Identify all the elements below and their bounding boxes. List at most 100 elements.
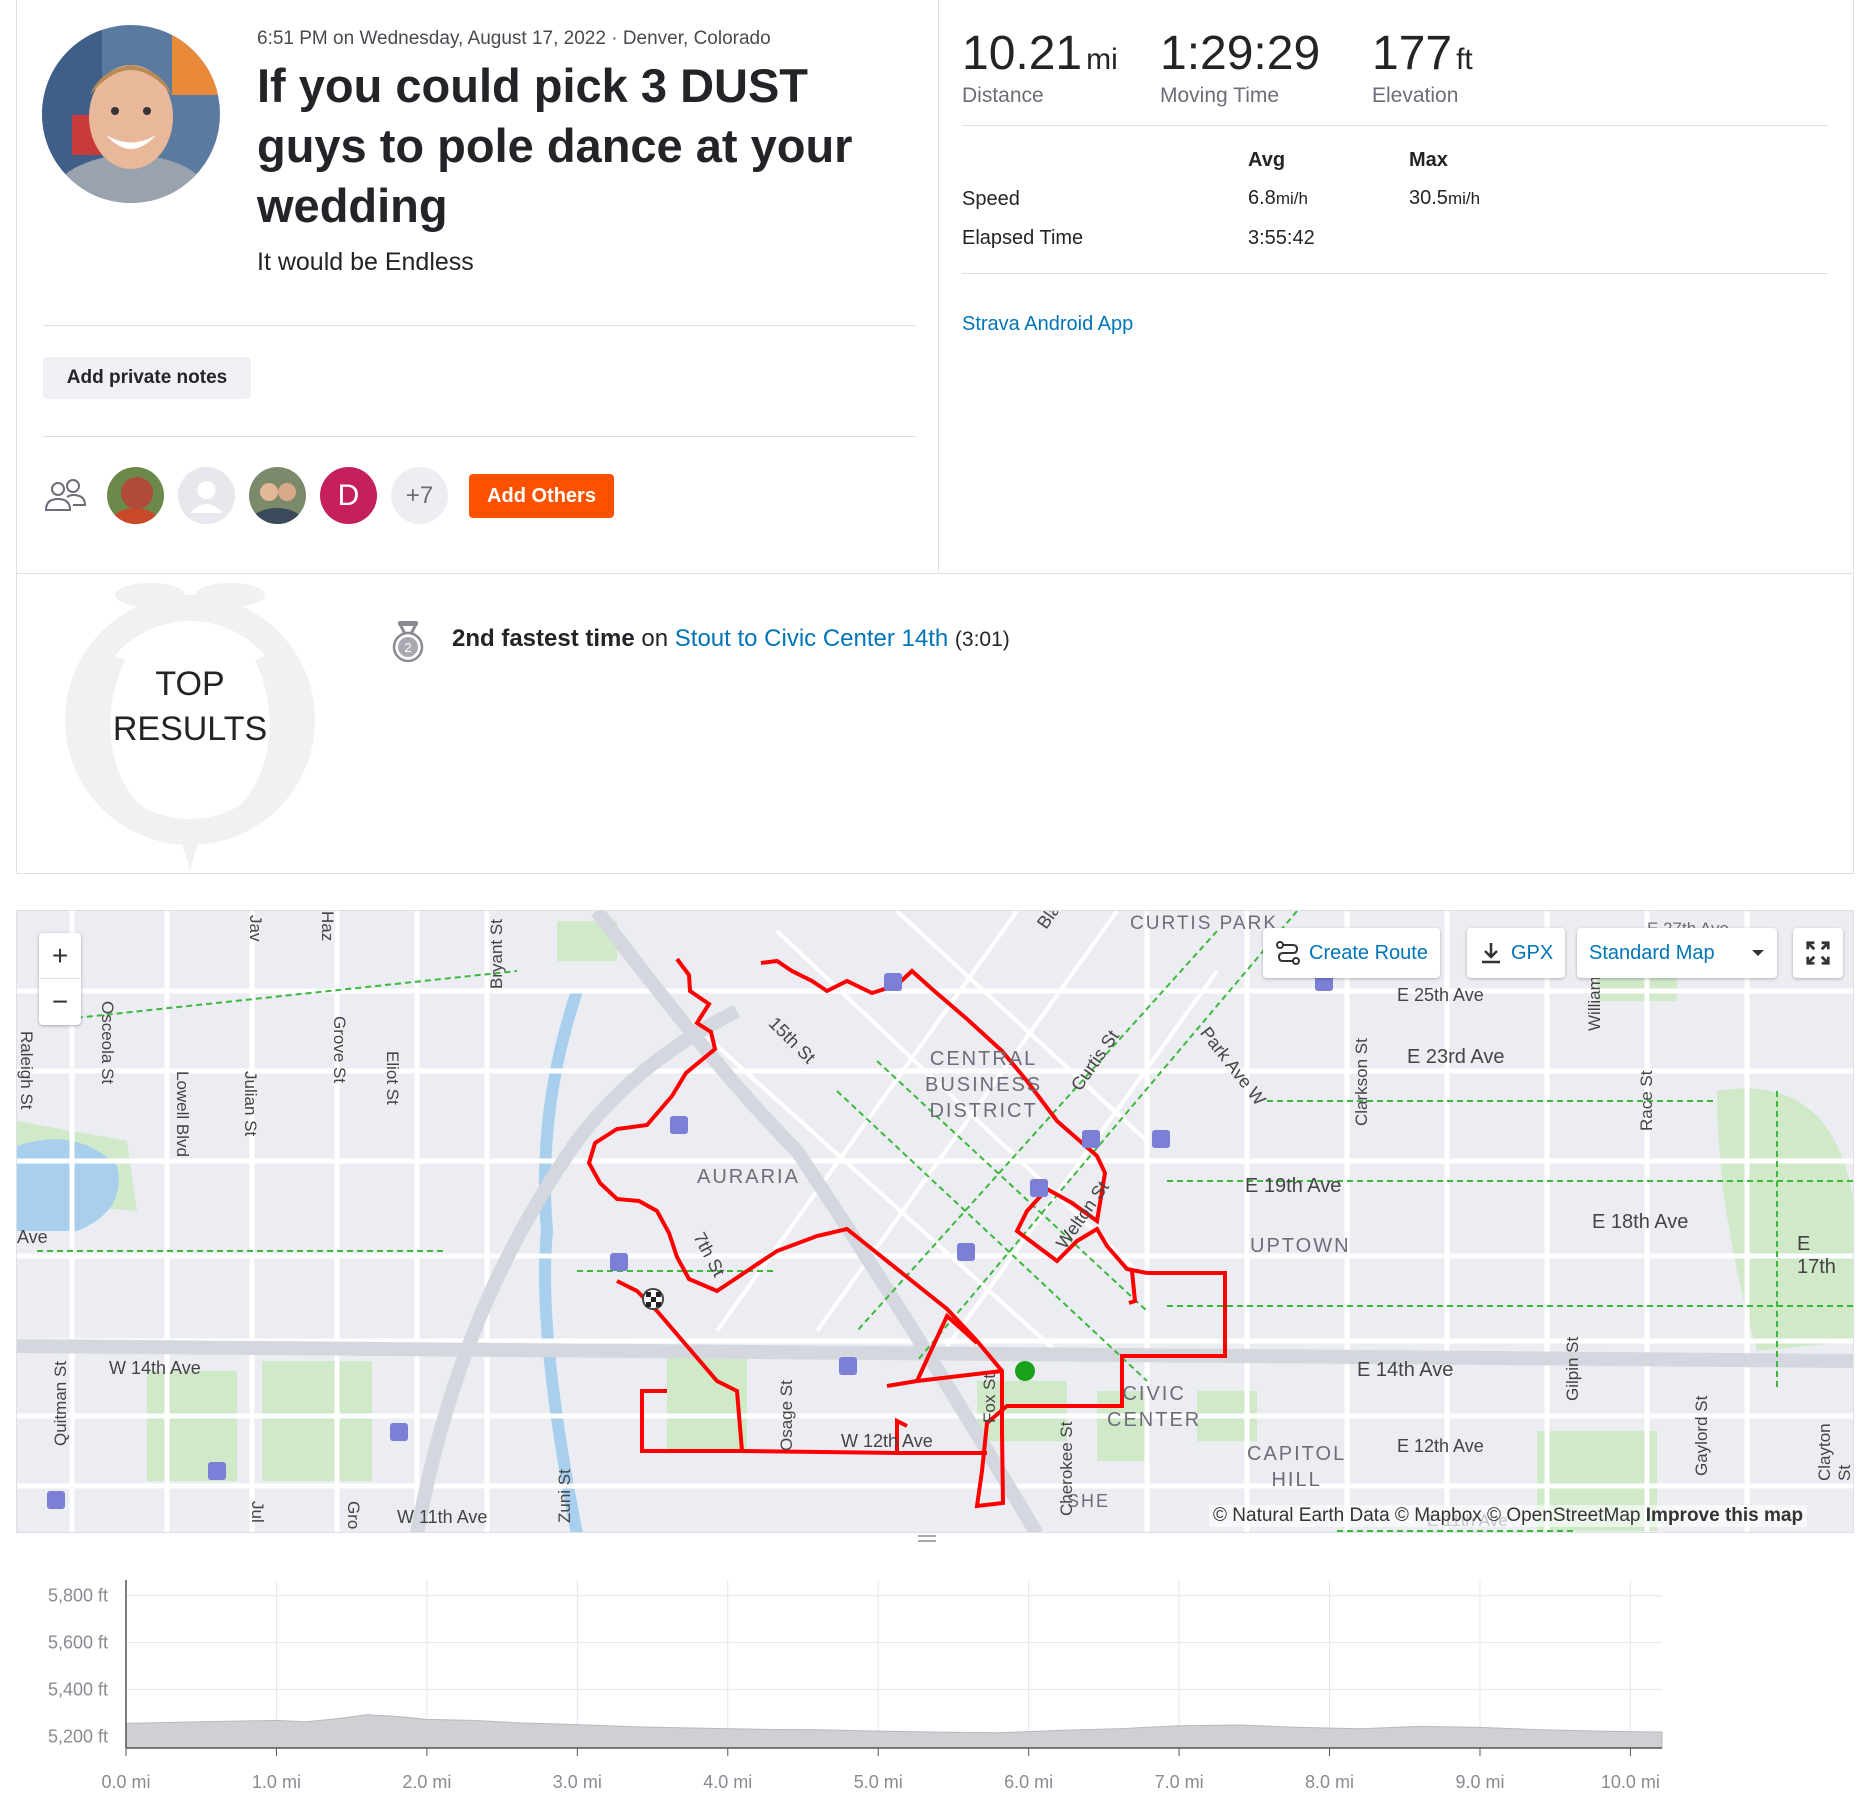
- x-tick-label: 3.0 mi: [553, 1772, 602, 1792]
- map-attribution: © Natural Earth Data © Mapbox © OpenStre…: [1209, 1505, 1808, 1527]
- map-label: Julian St: [241, 1071, 260, 1137]
- map-label-civic: CIVIC CENTER: [1107, 1381, 1201, 1433]
- y-tick-label: 5,800 ft: [48, 1586, 108, 1606]
- resize-handle[interactable]: [916, 1532, 938, 1544]
- attribution-text[interactable]: © Natural Earth Data © Mapbox © OpenStre…: [1213, 1505, 1640, 1526]
- map-label: Quitman St: [51, 1360, 70, 1446]
- map-label: E 23rd Ave: [1407, 1046, 1505, 1068]
- y-tick-label: 5,600 ft: [48, 1633, 108, 1653]
- x-tick-label: 2.0 mi: [402, 1772, 451, 1792]
- elevation-chart-svg[interactable]: 5,800 ft 5,600 ft 5,400 ft 5,200 ft 0.0 mi 1.…: [16, 1548, 1854, 1807]
- map-label-cbd: CENTRAL BUSINESS DISTRICT: [925, 1046, 1042, 1124]
- add-private-notes-button[interactable]: Add private notes: [43, 357, 251, 399]
- medal-rank: 2: [404, 640, 411, 655]
- gpx-button[interactable]: GPX: [1467, 928, 1566, 978]
- activity-title: If you could pick 3 DUST guys to pole da…: [257, 59, 853, 232]
- zoom-in-button[interactable]: +: [39, 933, 81, 979]
- map-label: Gro: [344, 1501, 363, 1530]
- y-tick-label: 5,400 ft: [48, 1679, 108, 1699]
- map-label: Haz: [318, 911, 337, 942]
- elevation-area: [125, 1714, 1663, 1749]
- more-participants[interactable]: +7: [391, 467, 448, 524]
- map-label: Gaylord St: [1692, 1395, 1711, 1476]
- map-label: HILL: [1271, 1469, 1322, 1491]
- map-label-capitol: CAPITOL HILL: [1247, 1441, 1346, 1493]
- x-tick-label: 5.0 mi: [854, 1772, 903, 1792]
- elevation-chart[interactable]: 5,800 ft 5,600 ft 5,400 ft 5,200 ft 0.0 mi 1.…: [16, 1548, 1854, 1807]
- map-label: Gilpin St: [1563, 1336, 1582, 1401]
- participant-avatar-placeholder[interactable]: [178, 467, 235, 524]
- map-label: E 14th Ave: [1357, 1359, 1454, 1381]
- elapsed-time-avg: 3:55:42: [1248, 227, 1315, 249]
- map-label: Jav: [246, 915, 265, 942]
- create-route-label: Create Route: [1309, 941, 1428, 964]
- x-tick-label: 7.0 mi: [1155, 1772, 1204, 1792]
- medal-icon: 2: [391, 620, 425, 669]
- speed-max: 30.5mi/h: [1409, 187, 1481, 209]
- x-tick-label: 1.0 mi: [252, 1772, 301, 1792]
- elevation-value: 177 ft: [1372, 27, 1473, 80]
- segment-time: (3:01): [954, 628, 1010, 651]
- gpx-label: GPX: [1511, 941, 1554, 964]
- map-style-label: Standard Map: [1589, 941, 1715, 964]
- distance-label: Distance: [962, 84, 1044, 107]
- group-icon: [43, 477, 87, 518]
- x-tick-label: 0.0 mi: [101, 1772, 150, 1792]
- achievement-line: 2nd fastest time on Stout to Civic Cente…: [452, 625, 1010, 653]
- divider: [962, 273, 1828, 274]
- map-label: Eliot St: [383, 1051, 402, 1105]
- map-label: BUSINESS: [925, 1074, 1043, 1096]
- map-style-select[interactable]: Standard Map: [1577, 928, 1777, 978]
- divider: [43, 325, 915, 326]
- activity-meta: 6:51 PM on Wednesday, August 17, 2022 · …: [257, 28, 771, 49]
- map-label: CENTRAL: [929, 1048, 1038, 1070]
- x-tick-label: 8.0 mi: [1305, 1772, 1354, 1792]
- card-divider: [938, 0, 939, 574]
- fullscreen-icon: [1806, 941, 1830, 965]
- map-label: AURARIA: [697, 1166, 800, 1188]
- device-link[interactable]: Strava Android App: [962, 313, 1133, 336]
- participant-avatar-initial[interactable]: D: [320, 467, 377, 524]
- divider: [43, 436, 915, 437]
- elevation-label: Elevation: [1372, 84, 1459, 107]
- top-results-heading-line1: TOP: [155, 665, 225, 703]
- participant-avatar[interactable]: [107, 467, 164, 524]
- map-label: DISTRICT: [929, 1100, 1038, 1122]
- route-map[interactable]: CURTIS PARK E 27th Ave CENTRAL BUSINESS …: [16, 910, 1854, 1533]
- map-label: E 17th: [1797, 1233, 1836, 1278]
- map-label: Race St: [1637, 1070, 1656, 1131]
- moving-time-label: Moving Time: [1160, 84, 1280, 107]
- achievement-on: on: [641, 625, 669, 652]
- add-others-button[interactable]: Add Others: [469, 474, 614, 518]
- map-canvas[interactable]: [17, 911, 1854, 1533]
- zoom-controls: + −: [39, 933, 81, 1025]
- map-label: Bryant St: [487, 919, 506, 989]
- map-label: CENTER: [1107, 1409, 1202, 1431]
- col-max-header: Max: [1409, 149, 1448, 171]
- map-label: Raleigh St: [17, 1031, 36, 1110]
- speed-label: Speed: [962, 188, 1020, 210]
- athlete-avatar[interactable]: [42, 25, 220, 203]
- x-tick-label: 10.0 mi: [1601, 1772, 1660, 1792]
- chevron-down-icon: [1752, 950, 1764, 956]
- create-route-button[interactable]: Create Route: [1263, 928, 1440, 978]
- achievement-text: 2nd fastest time: [452, 625, 635, 652]
- map-label: Cherokee St: [1057, 1421, 1076, 1517]
- fullscreen-button[interactable]: [1793, 928, 1843, 978]
- map-label: Jul: [248, 1501, 267, 1523]
- map-label: UPTOWN: [1250, 1235, 1351, 1257]
- divider: [962, 125, 1828, 126]
- speed-avg: 6.8mi/h: [1248, 187, 1308, 209]
- segment-link[interactable]: Stout to Civic Center 14th: [675, 625, 948, 652]
- y-tick-label: 5,200 ft: [48, 1726, 108, 1746]
- improve-map-link[interactable]: Improve this map: [1646, 1505, 1803, 1526]
- participant-avatar[interactable]: [249, 467, 306, 524]
- map-label: W 11th Ave: [397, 1507, 488, 1527]
- map-label: Lowell Blvd: [173, 1071, 192, 1157]
- zoom-out-button[interactable]: −: [39, 979, 81, 1024]
- activity-description: It would be Endless: [257, 248, 474, 276]
- map-label: E 19th Ave: [1245, 1175, 1342, 1197]
- map-label: E 25th Ave: [1397, 985, 1484, 1005]
- map-label: Grove St: [330, 1016, 349, 1084]
- download-icon: [1482, 943, 1500, 964]
